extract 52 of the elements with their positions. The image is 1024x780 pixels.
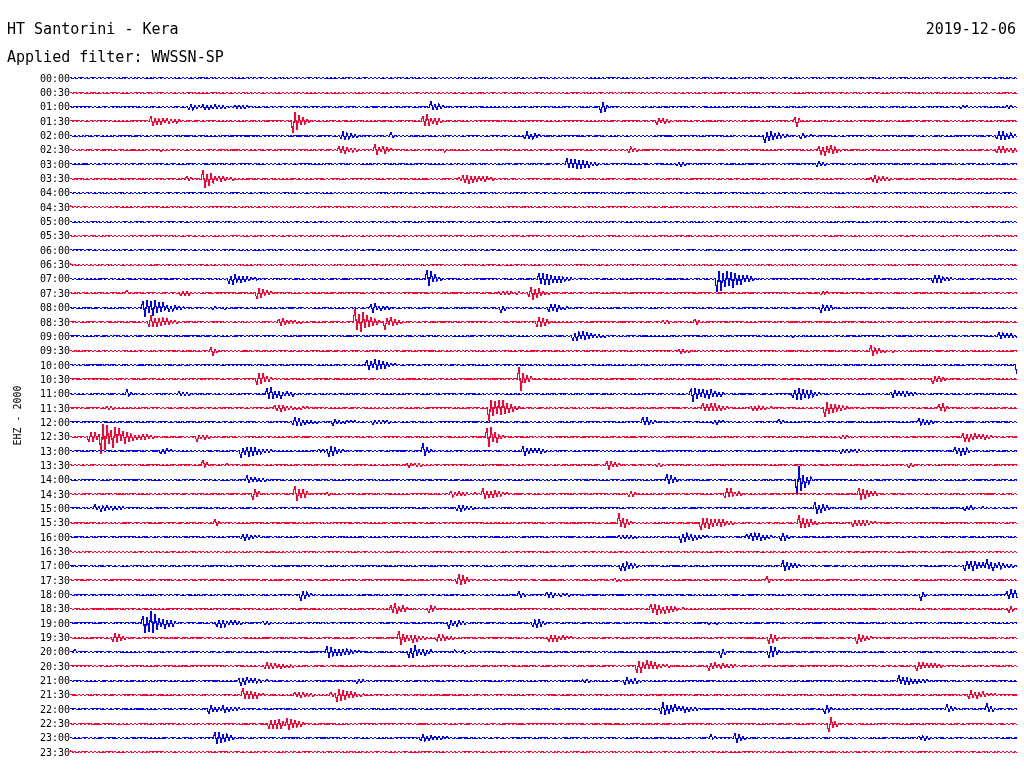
time-label: 20:30 <box>38 660 70 672</box>
time-label: 09:00 <box>38 330 70 342</box>
time-label: 02:30 <box>38 144 70 156</box>
date-label: 2019-12-06 <box>925 20 1016 38</box>
time-label: 06:30 <box>38 259 70 271</box>
time-label: 09:30 <box>38 345 70 357</box>
time-label: 10:30 <box>38 373 70 385</box>
time-label: 15:00 <box>38 503 70 514</box>
time-label: 20:00 <box>38 646 70 658</box>
filter-label: Applied filter: WWSSN-SP <box>7 48 225 66</box>
time-label: 00:30 <box>38 87 70 98</box>
axis-label: EHZ - 2000 <box>11 385 23 446</box>
time-label: 10:00 <box>38 359 70 371</box>
time-label: 16:00 <box>38 531 70 543</box>
time-label: 12:30 <box>38 431 70 443</box>
time-label: 04:00 <box>38 187 70 199</box>
time-label: 02:00 <box>38 130 70 142</box>
time-label: 22:30 <box>38 718 70 730</box>
time-label: 11:30 <box>38 402 70 414</box>
time-label: 03:00 <box>38 158 70 170</box>
station-title: HT Santorini - Kera <box>7 20 179 38</box>
time-label: 13:30 <box>38 459 70 471</box>
time-label: 04:30 <box>38 201 70 213</box>
time-label: 13:00 <box>38 445 70 457</box>
time-label: 05:00 <box>38 216 70 228</box>
time-label: 18:30 <box>38 603 70 615</box>
time-label: 14:30 <box>38 488 70 500</box>
time-label: 01:30 <box>38 115 70 127</box>
time-label: 00:00 <box>38 72 70 84</box>
time-label: 21:00 <box>38 675 70 687</box>
time-label: 19:00 <box>38 617 70 629</box>
time-label: 07:30 <box>38 287 70 299</box>
time-label: 12:00 <box>38 416 70 428</box>
time-label: 18:00 <box>38 589 70 601</box>
time-label: 22:00 <box>38 703 70 715</box>
time-label: 11:00 <box>38 388 70 400</box>
time-label: 19:30 <box>38 632 70 644</box>
time-label: 17:30 <box>38 574 70 586</box>
time-label: 05:30 <box>38 230 70 242</box>
time-label: 06:00 <box>38 244 70 256</box>
time-label: 01:00 <box>38 101 70 113</box>
time-label: 14:00 <box>38 474 70 486</box>
time-label: 03:30 <box>38 173 70 185</box>
time-label: 17:00 <box>38 560 70 572</box>
time-label: 16:30 <box>38 546 70 557</box>
time-label: 21:30 <box>38 689 70 701</box>
time-label: 07:00 <box>38 273 70 285</box>
time-label: 08:30 <box>38 316 70 328</box>
time-label: 15:30 <box>38 517 70 529</box>
time-label: 23:30 <box>38 746 70 758</box>
time-label: 23:00 <box>38 732 70 744</box>
time-label: 08:00 <box>38 302 70 314</box>
